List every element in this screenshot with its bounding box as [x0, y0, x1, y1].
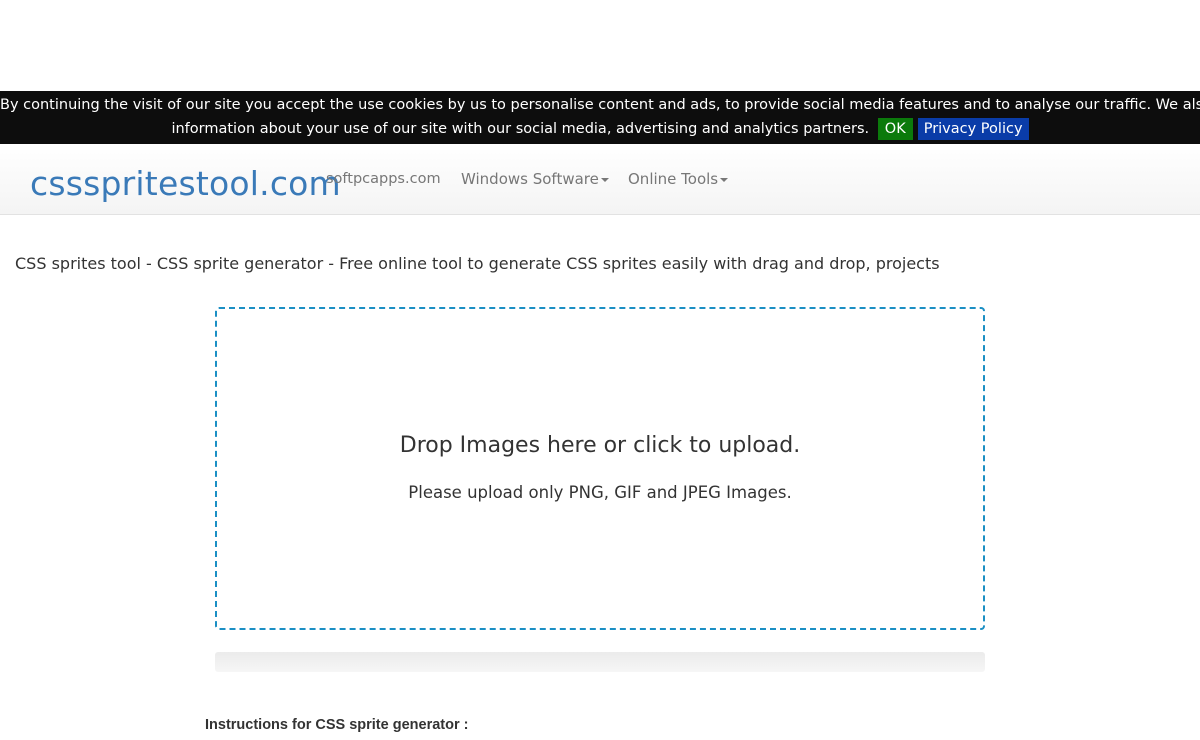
nav-link-label: Online Tools [628, 170, 719, 188]
upload-progress-bar [215, 652, 985, 672]
image-upload-dropzone[interactable]: Drop Images here or click to upload. Ple… [215, 307, 985, 630]
cookie-text-line-1: By continuing the visit of our site you … [0, 97, 1200, 113]
nav-link-label: softpcapps.com [326, 171, 441, 187]
nav-dropdown-windows-software[interactable]: Windows Software [461, 170, 609, 188]
dropzone-title: Drop Images here or click to upload. [399, 433, 801, 458]
cookie-ok-button[interactable]: OK [877, 118, 913, 140]
privacy-policy-button[interactable]: Privacy Policy [917, 118, 1029, 140]
dropzone-note: Please upload only PNG, GIF and JPEG Ima… [408, 483, 792, 502]
cookie-text-line-2-wrap: information about your use of our site w… [0, 117, 1200, 141]
page-description: CSS sprites tool - CSS sprite generator … [15, 254, 940, 273]
nav-link-label: Windows Software [461, 170, 599, 188]
nav-dropdown-online-tools[interactable]: Online Tools [628, 170, 729, 188]
caret-down-icon [720, 177, 729, 182]
cookie-text-line-2: information about your use of our site w… [171, 121, 870, 137]
instructions-heading: Instructions for CSS sprite generator : [205, 717, 469, 733]
top-navbar: cssspritestool.com softpcapps.com Window… [0, 144, 1200, 215]
nav-link-softpcapps[interactable]: softpcapps.com [326, 171, 441, 187]
cookie-consent-bar: By continuing the visit of our site you … [0, 91, 1200, 144]
caret-down-icon [600, 177, 609, 182]
site-brand-link[interactable]: cssspritestool.com [30, 164, 341, 204]
page-top-spacer [0, 0, 1200, 91]
